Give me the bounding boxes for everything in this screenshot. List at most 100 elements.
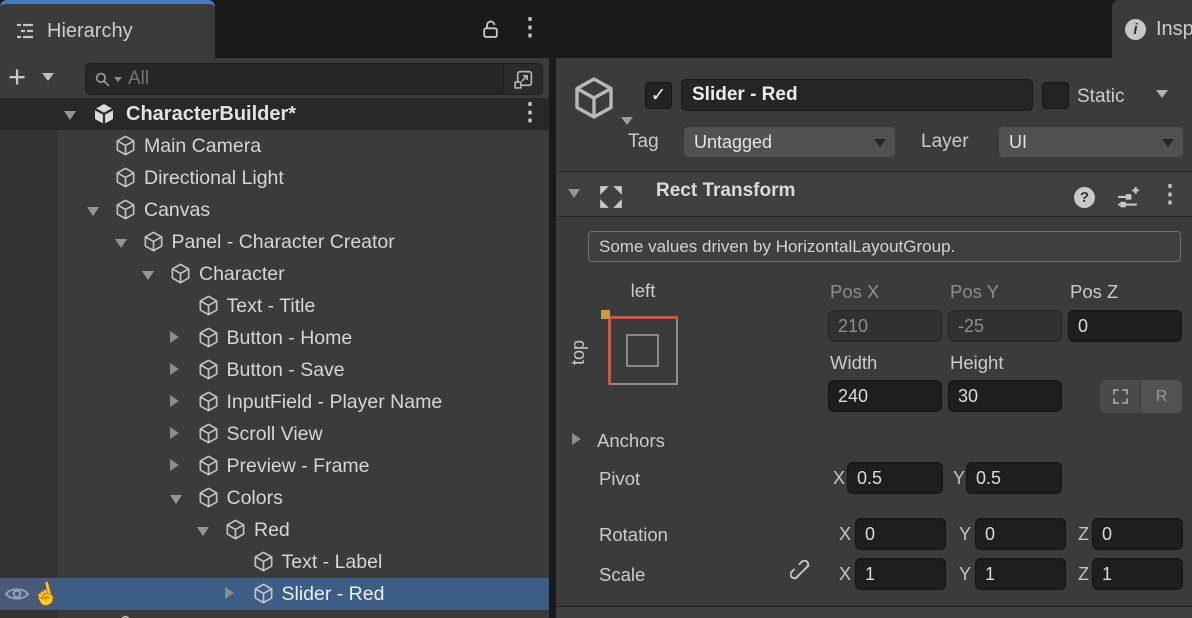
pos-z-field[interactable]: 0 <box>1068 310 1182 342</box>
pos-z-label: Pos Z <box>1070 281 1118 303</box>
rect-transform-title: Rect Transform <box>656 180 795 202</box>
pivot-y-field[interactable]: 0.5 <box>966 462 1062 494</box>
hierarchy-item-label: Button - Home <box>227 322 353 354</box>
foldout-closed-icon[interactable] <box>170 363 179 375</box>
hierarchy-item[interactable]: Main Camera <box>0 130 549 162</box>
width-field[interactable]: 240 <box>828 380 942 412</box>
anchors-label: Anchors <box>597 430 665 452</box>
layout-driven-helpbox: Some values driven by HorizontalLayoutGr… <box>588 231 1181 262</box>
object-name-field[interactable]: Slider - Red <box>681 79 1033 111</box>
pos-x-label: Pos X <box>830 281 879 303</box>
rect-transform-menu-icon[interactable]: ⋮ <box>1158 182 1182 208</box>
hierarchy-item[interactable]: InputField - Player Name <box>0 386 549 418</box>
layer-caret-icon <box>1162 139 1174 147</box>
hierarchy-item[interactable]: Preview - Frame <box>0 450 549 482</box>
width-label: Width <box>830 352 877 374</box>
foldout-closed-icon[interactable] <box>225 587 234 599</box>
blueprint-mode-button[interactable] <box>1100 380 1140 413</box>
height-label: Height <box>950 352 1003 374</box>
rect-tool-buttons: R <box>1100 380 1182 413</box>
help-icon[interactable]: ? <box>1074 187 1095 208</box>
raw-edit-mode-button[interactable]: R <box>1141 380 1182 413</box>
hierarchy-item[interactable]: Panel - Character Creator <box>0 226 549 258</box>
static-checkbox[interactable] <box>1042 82 1069 109</box>
foldout-closed-icon[interactable] <box>170 427 179 439</box>
hierarchy-item-label: Button - Save <box>227 354 345 386</box>
unity-editor-window: Hierarchy ⋮ + All CharacterBuilder* <box>0 0 1192 618</box>
layer-dropdown[interactable]: UI <box>999 127 1183 157</box>
rotation-x-field[interactable]: 0 <box>855 518 946 550</box>
scale-z-axis-label: Z <box>1078 558 1089 590</box>
anchor-inner-rect <box>626 334 659 367</box>
gameobject-cube-icon <box>197 422 220 445</box>
panel-divider[interactable] <box>549 0 556 618</box>
scale-link-broken-icon[interactable] <box>790 560 814 584</box>
height-field[interactable]: 30 <box>948 380 1062 412</box>
hierarchy-item[interactable]: Colors <box>0 482 549 514</box>
foldout-closed-icon[interactable] <box>170 395 179 407</box>
rect-transform-foldout-icon[interactable] <box>568 189 580 198</box>
pickability-hand-icon[interactable]: ☝ <box>30 576 63 613</box>
gameobject-cube-icon <box>224 518 247 541</box>
hierarchy-item-label: Text - Label <box>282 546 383 578</box>
pivot-label: Pivot <box>599 468 640 490</box>
hierarchy-item[interactable]: Button - Save <box>0 354 549 386</box>
inspector-tabbar: i Inspector ⋮ <box>556 0 1192 58</box>
rotation-y-field[interactable]: 0 <box>975 518 1066 550</box>
tab-inspector[interactable]: i Inspector <box>1112 0 1192 58</box>
pos-y-label: Pos Y <box>950 281 999 303</box>
gameobject-icon-caret[interactable] <box>621 117 633 125</box>
hierarchy-item[interactable]: Button - Home <box>0 322 549 354</box>
active-checkbox[interactable]: ✓ <box>645 82 672 109</box>
hierarchy-item[interactable]: Scroll View <box>0 418 549 450</box>
tag-caret-icon <box>874 139 886 147</box>
hierarchy-item-label: Main Camera <box>144 130 261 162</box>
static-caret-icon[interactable] <box>1156 90 1168 98</box>
hierarchy-item-label: InputField - Player Name <box>227 386 443 418</box>
hierarchy-item[interactable]: Character <box>0 258 549 290</box>
scale-z-field[interactable]: 1 <box>1092 558 1183 590</box>
layer-label: Layer <box>921 131 969 153</box>
pivot-x-field[interactable]: 0.5 <box>847 462 943 494</box>
foldout-closed-icon[interactable] <box>170 459 179 471</box>
hierarchy-item-label: Red <box>254 514 290 546</box>
anchor-vertical-label: top <box>568 322 588 382</box>
hierarchy-item-label: Directional Light <box>144 162 284 194</box>
rect-transform-header[interactable] <box>556 171 1192 217</box>
foldout-open-icon[interactable] <box>197 527 209 536</box>
foldout-open-icon[interactable] <box>142 271 154 280</box>
rect-transform-icon <box>598 184 624 210</box>
pos-x-field: 210 <box>828 310 942 342</box>
scale-label: Scale <box>599 564 645 586</box>
foldout-closed-icon[interactable] <box>170 331 179 343</box>
hierarchy-item-partial[interactable] <box>0 610 549 618</box>
gameobject-cube-icon <box>114 614 137 618</box>
gameobject-cube-icon[interactable] <box>570 74 618 122</box>
tag-dropdown[interactable]: Untagged <box>684 127 895 157</box>
gameobject-cube-icon <box>197 454 220 477</box>
rotation-z-field[interactable]: 0 <box>1092 518 1183 550</box>
pivot-x-axis-label: X <box>833 462 845 494</box>
foldout-open-icon[interactable] <box>170 495 182 504</box>
scale-x-field[interactable]: 1 <box>855 558 946 590</box>
next-component-sliver <box>556 607 1192 618</box>
gameobject-cube-icon <box>197 486 220 509</box>
hierarchy-item[interactable]: Text - Title <box>0 290 549 322</box>
gameobject-cube-icon <box>114 198 137 221</box>
hierarchy-item[interactable]: Directional Light <box>0 162 549 194</box>
foldout-open-icon[interactable] <box>115 239 127 248</box>
scale-y-field[interactable]: 1 <box>975 558 1066 590</box>
hierarchy-item[interactable]: Red <box>0 514 549 546</box>
hierarchy-item[interactable]: Text - Label <box>0 546 549 578</box>
presets-icon[interactable] <box>1116 186 1140 210</box>
visibility-eye-icon[interactable] <box>4 585 30 603</box>
gameobject-cube-icon <box>197 390 220 413</box>
anchors-foldout-icon[interactable] <box>572 433 581 445</box>
hierarchy-item[interactable]: ☝ Slider - Red <box>0 578 549 610</box>
inspector-tab-label: Inspector <box>1156 18 1192 41</box>
hierarchy-item-label: Canvas <box>144 194 210 226</box>
gameobject-cube-icon <box>142 230 165 253</box>
foldout-open-icon[interactable] <box>87 207 99 216</box>
hierarchy-item-label: Slider - Red <box>282 578 385 610</box>
hierarchy-item[interactable]: Canvas <box>0 194 549 226</box>
